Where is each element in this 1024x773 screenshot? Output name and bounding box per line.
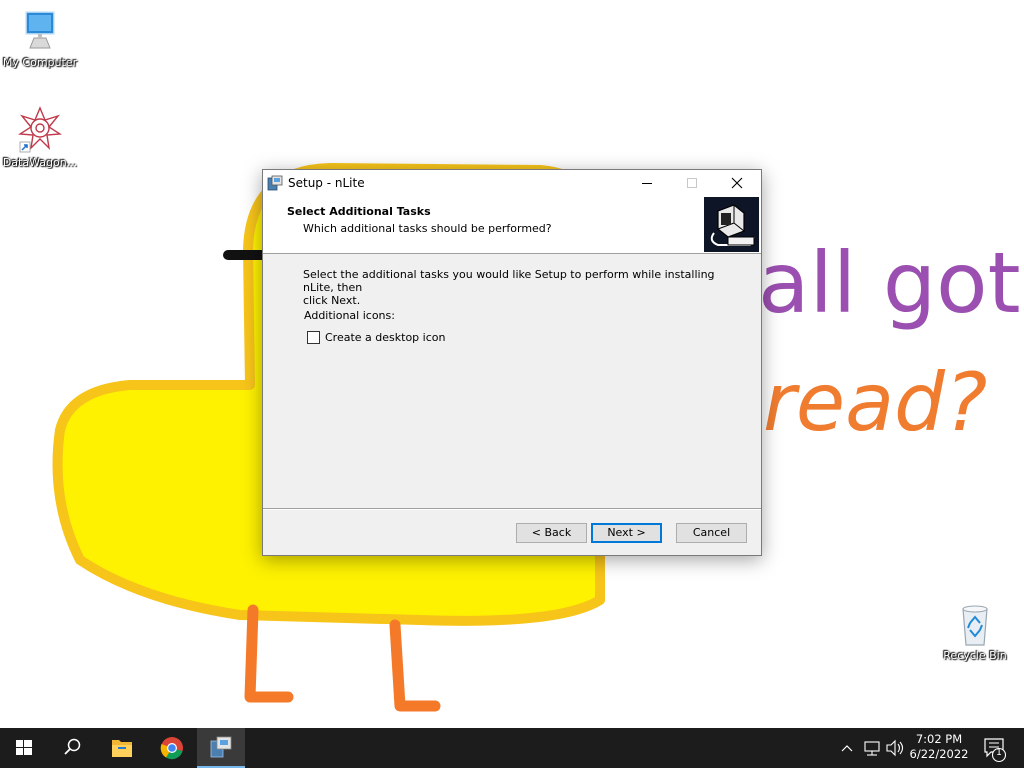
wallpaper-text-line2: read? [763,356,987,449]
wizard-step-subtitle: Which additional tasks should be perform… [303,222,552,235]
network-icon[interactable] [861,728,883,768]
desktop-icon-label: Recycle Bin [943,649,1007,662]
back-button[interactable]: < Back [516,523,587,543]
wizard-step-title: Select Additional Tasks [287,205,431,218]
chrome-button[interactable] [148,728,196,768]
create-desktop-icon-label[interactable]: Create a desktop icon [325,331,445,344]
computer-icon [25,11,55,49]
clock-time: 7:02 PM [915,732,963,746]
maximize-icon [687,178,697,188]
search-button[interactable] [48,728,96,768]
create-desktop-icon-checkbox[interactable] [307,331,320,344]
nlite-app-icon [267,175,283,191]
intro-text-line2: click Next. [303,294,361,307]
start-button[interactable] [0,728,48,768]
wallpaper-duck-leg-right [389,619,441,712]
intro-text-line1: Select the additional tasks you would li… [303,268,715,294]
nlite-setup-taskbar-button[interactable] [197,728,245,768]
desktop-icon-datawagon[interactable]: DataWagon... [0,106,80,169]
volume-icon[interactable] [884,728,906,768]
additional-icons-label: Additional icons: [304,309,395,322]
notification-count-badge: 1 [996,748,1002,758]
system-clock[interactable]: 7:02 PM 6/22/2022 [906,732,972,762]
desktop-icon-recycle-bin[interactable]: Recycle Bin [935,603,1015,662]
start-icon [16,740,32,755]
clock-date: 6/22/2022 [909,747,969,761]
dialog-titlebar[interactable]: Setup - nLite [263,170,761,197]
minimize-button[interactable] [624,170,670,197]
nlite-setup-icon [210,736,232,758]
cancel-button[interactable]: Cancel [676,523,747,543]
intro-text: Select the additional tasks you would li… [303,268,723,307]
file-explorer-icon [112,740,132,757]
desktop-icon-label: DataWagon... [2,156,78,169]
dialog-title: Setup - nLite [288,176,365,190]
datawagon-icon [18,106,62,153]
setup-dialog: Setup - nLite Select Additional Tasks Wh… [262,169,762,556]
minimize-icon [642,183,652,184]
taskbar: 7:02 PM 6/22/2022 1 [0,728,1024,768]
chrome-icon [160,737,183,760]
file-explorer-button[interactable] [98,728,146,768]
search-icon [64,738,81,755]
close-icon [731,177,743,189]
close-button[interactable] [714,170,760,197]
desktop-icon-my-computer[interactable]: My Computer [0,10,80,69]
footer-divider [263,508,761,510]
show-hidden-icons-chevron-icon[interactable] [838,728,856,768]
recycle-bin-icon [962,605,988,646]
notification-center-button[interactable]: 1 [978,728,1018,768]
wizard-header: Select Additional Tasks Which additional… [263,197,761,254]
desktop-icon-label: My Computer [2,56,78,69]
wallpaper-duck-leg-left [244,604,294,703]
wallpaper-text-line1: all got [758,234,1021,332]
maximize-button [669,170,715,197]
next-button[interactable]: Next > [591,523,662,543]
setup-computer-icon [704,197,759,252]
